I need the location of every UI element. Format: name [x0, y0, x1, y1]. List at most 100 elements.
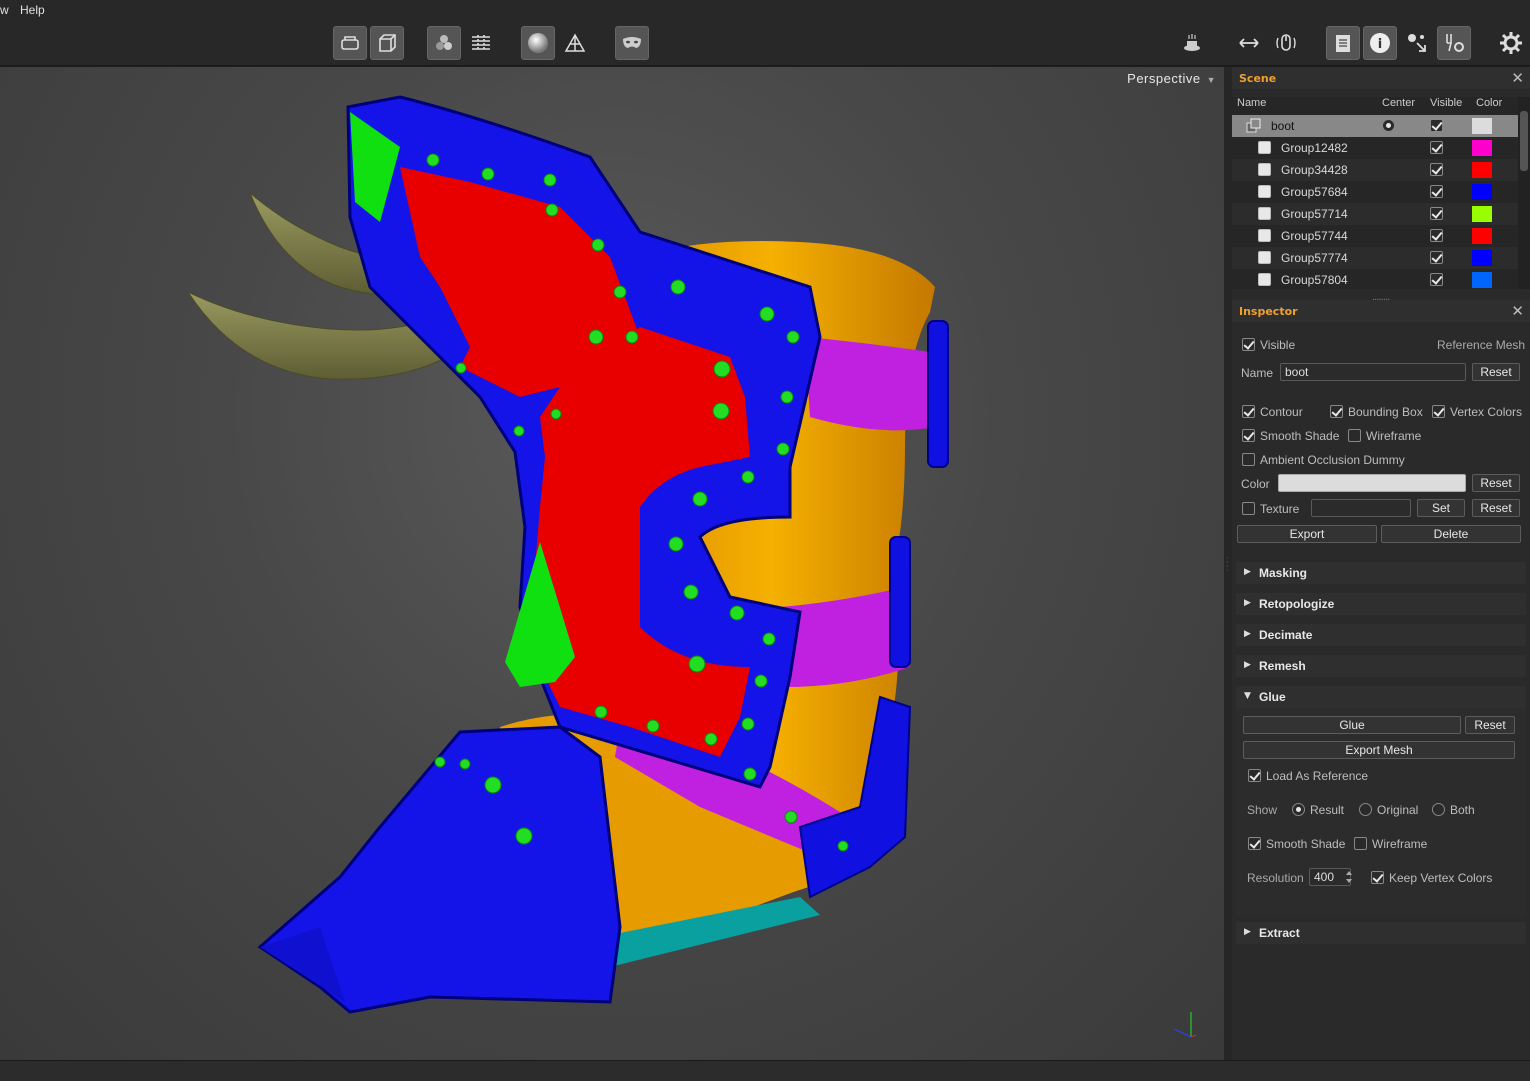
color-picker[interactable] — [1278, 474, 1466, 492]
smooth-shade-checkbox[interactable] — [1242, 429, 1255, 442]
info-button[interactable]: i — [1363, 26, 1397, 60]
color-reset-button[interactable]: Reset — [1472, 474, 1520, 492]
visible-checkbox[interactable] — [1430, 229, 1443, 242]
color-swatch[interactable] — [1472, 206, 1492, 222]
result-radio[interactable] — [1292, 803, 1305, 816]
scene-title: Scene — [1239, 72, 1277, 85]
visible-checkbox[interactable] — [1430, 141, 1443, 154]
export-button[interactable]: Export — [1237, 525, 1377, 543]
keep-vertex-colors-checkbox[interactable] — [1371, 871, 1384, 884]
glue-smooth-shade-checkbox[interactable] — [1248, 837, 1261, 850]
spinner-arrows-icon[interactable] — [1345, 869, 1353, 885]
bounding-box-checkbox[interactable] — [1330, 405, 1343, 418]
arrows-button[interactable] — [1232, 26, 1266, 60]
tools-button[interactable] — [1437, 26, 1471, 60]
mouse-button[interactable] — [1269, 26, 1303, 60]
column-name[interactable]: Name — [1237, 97, 1266, 113]
section-decimate[interactable]: ▶ Decimate — [1236, 624, 1526, 646]
texture-set-button[interactable]: Set — [1417, 499, 1465, 517]
texture-field[interactable] — [1311, 499, 1411, 517]
name-reset-button[interactable]: Reset — [1472, 363, 1520, 381]
pose-button[interactable] — [1400, 26, 1434, 60]
ambient-occlusion-checkbox[interactable] — [1242, 453, 1255, 466]
scene-item-label: boot — [1271, 119, 1295, 133]
scene-row[interactable]: Group57804 — [1232, 269, 1518, 291]
name-field[interactable]: boot — [1280, 363, 1466, 381]
select-checkbox[interactable] — [1258, 141, 1271, 154]
both-radio[interactable] — [1432, 803, 1445, 816]
select-checkbox[interactable] — [1258, 207, 1271, 220]
export-mesh-button[interactable]: Export Mesh — [1243, 741, 1515, 759]
column-color[interactable]: Color — [1476, 97, 1502, 113]
select-checkbox[interactable] — [1258, 273, 1271, 286]
vertex-colors-checkbox[interactable] — [1432, 405, 1445, 418]
panel-splitter[interactable]: · · · · — [1224, 67, 1232, 1060]
center-radio[interactable] — [1382, 119, 1395, 132]
section-glue[interactable]: ▼ Glue — [1236, 686, 1526, 708]
close-icon[interactable]: ✕ — [1511, 302, 1524, 320]
texture-reset-button[interactable]: Reset — [1472, 499, 1520, 517]
color-swatch[interactable] — [1472, 140, 1492, 156]
visible-checkbox[interactable] — [1430, 251, 1443, 264]
glue-reset-button[interactable]: Reset — [1465, 716, 1515, 734]
original-radio[interactable] — [1359, 803, 1372, 816]
settings-button[interactable] — [1494, 26, 1528, 60]
scene-row-boot[interactable]: boot — [1232, 115, 1518, 137]
visible-checkbox[interactable] — [1430, 119, 1443, 132]
grid-button[interactable] — [464, 26, 498, 60]
scene-row[interactable]: Group34428 — [1232, 159, 1518, 181]
mask-button[interactable] — [615, 26, 649, 60]
menu-help[interactable]: Help — [20, 3, 45, 17]
glue-wireframe-checkbox[interactable] — [1354, 837, 1367, 850]
glue-wireframe-label: Wireframe — [1372, 837, 1428, 851]
material-icon — [436, 35, 452, 50]
column-visible[interactable]: Visible — [1430, 97, 1462, 113]
column-center[interactable]: Center — [1382, 97, 1415, 113]
glue-button[interactable]: Glue — [1243, 716, 1461, 734]
select-checkbox[interactable] — [1258, 163, 1271, 176]
boot-model[interactable] — [0, 67, 1224, 1060]
color-swatch[interactable] — [1472, 250, 1492, 266]
sphere-button[interactable] — [521, 26, 555, 60]
section-retopologize[interactable]: ▶ Retopologize — [1236, 593, 1526, 615]
scene-row[interactable]: Group57774 — [1232, 247, 1518, 269]
scene-scrollbar[interactable] — [1518, 97, 1530, 289]
scene-row[interactable]: Group57744 — [1232, 225, 1518, 247]
section-masking[interactable]: ▶ Masking — [1236, 562, 1526, 584]
scene-row[interactable]: Group12482 — [1232, 137, 1518, 159]
visible-checkbox[interactable] — [1430, 207, 1443, 220]
texture-checkbox[interactable] — [1242, 502, 1255, 515]
select-checkbox[interactable] — [1258, 185, 1271, 198]
visible-checkbox[interactable] — [1242, 338, 1255, 351]
color-swatch[interactable] — [1472, 118, 1492, 134]
clipboard-button[interactable] — [1326, 26, 1360, 60]
layers-button[interactable] — [333, 26, 367, 60]
close-icon[interactable]: ✕ — [1511, 69, 1524, 87]
color-swatch[interactable] — [1472, 228, 1492, 244]
select-checkbox[interactable] — [1258, 251, 1271, 264]
section-extract[interactable]: ▶ Extract — [1236, 922, 1526, 944]
material-button[interactable] — [427, 26, 461, 60]
cube-button[interactable] — [370, 26, 404, 60]
scene-row[interactable]: Group57714 — [1232, 203, 1518, 225]
turntable-button[interactable] — [1175, 26, 1209, 60]
visible-checkbox[interactable] — [1430, 273, 1443, 286]
section-remesh[interactable]: ▶ Remesh — [1236, 655, 1526, 677]
scene-row[interactable]: Group57684 — [1232, 181, 1518, 203]
scrollbar-thumb[interactable] — [1520, 111, 1528, 171]
color-swatch[interactable] — [1472, 162, 1492, 178]
wireframe-button[interactable] — [558, 26, 592, 60]
wireframe-checkbox[interactable] — [1348, 429, 1361, 442]
contour-checkbox[interactable] — [1242, 405, 1255, 418]
color-swatch[interactable] — [1472, 184, 1492, 200]
color-swatch[interactable] — [1472, 272, 1492, 288]
viewport-3d[interactable]: Perspective ▼ — [0, 67, 1224, 1060]
load-as-reference-checkbox[interactable] — [1248, 769, 1261, 782]
visible-checkbox[interactable] — [1430, 185, 1443, 198]
select-checkbox[interactable] — [1258, 229, 1271, 242]
wireframe-icon — [564, 33, 586, 52]
visible-checkbox[interactable] — [1430, 163, 1443, 176]
delete-button[interactable]: Delete — [1381, 525, 1521, 543]
menu-view[interactable]: w — [0, 3, 9, 17]
svg-text:i: i — [1378, 37, 1382, 52]
